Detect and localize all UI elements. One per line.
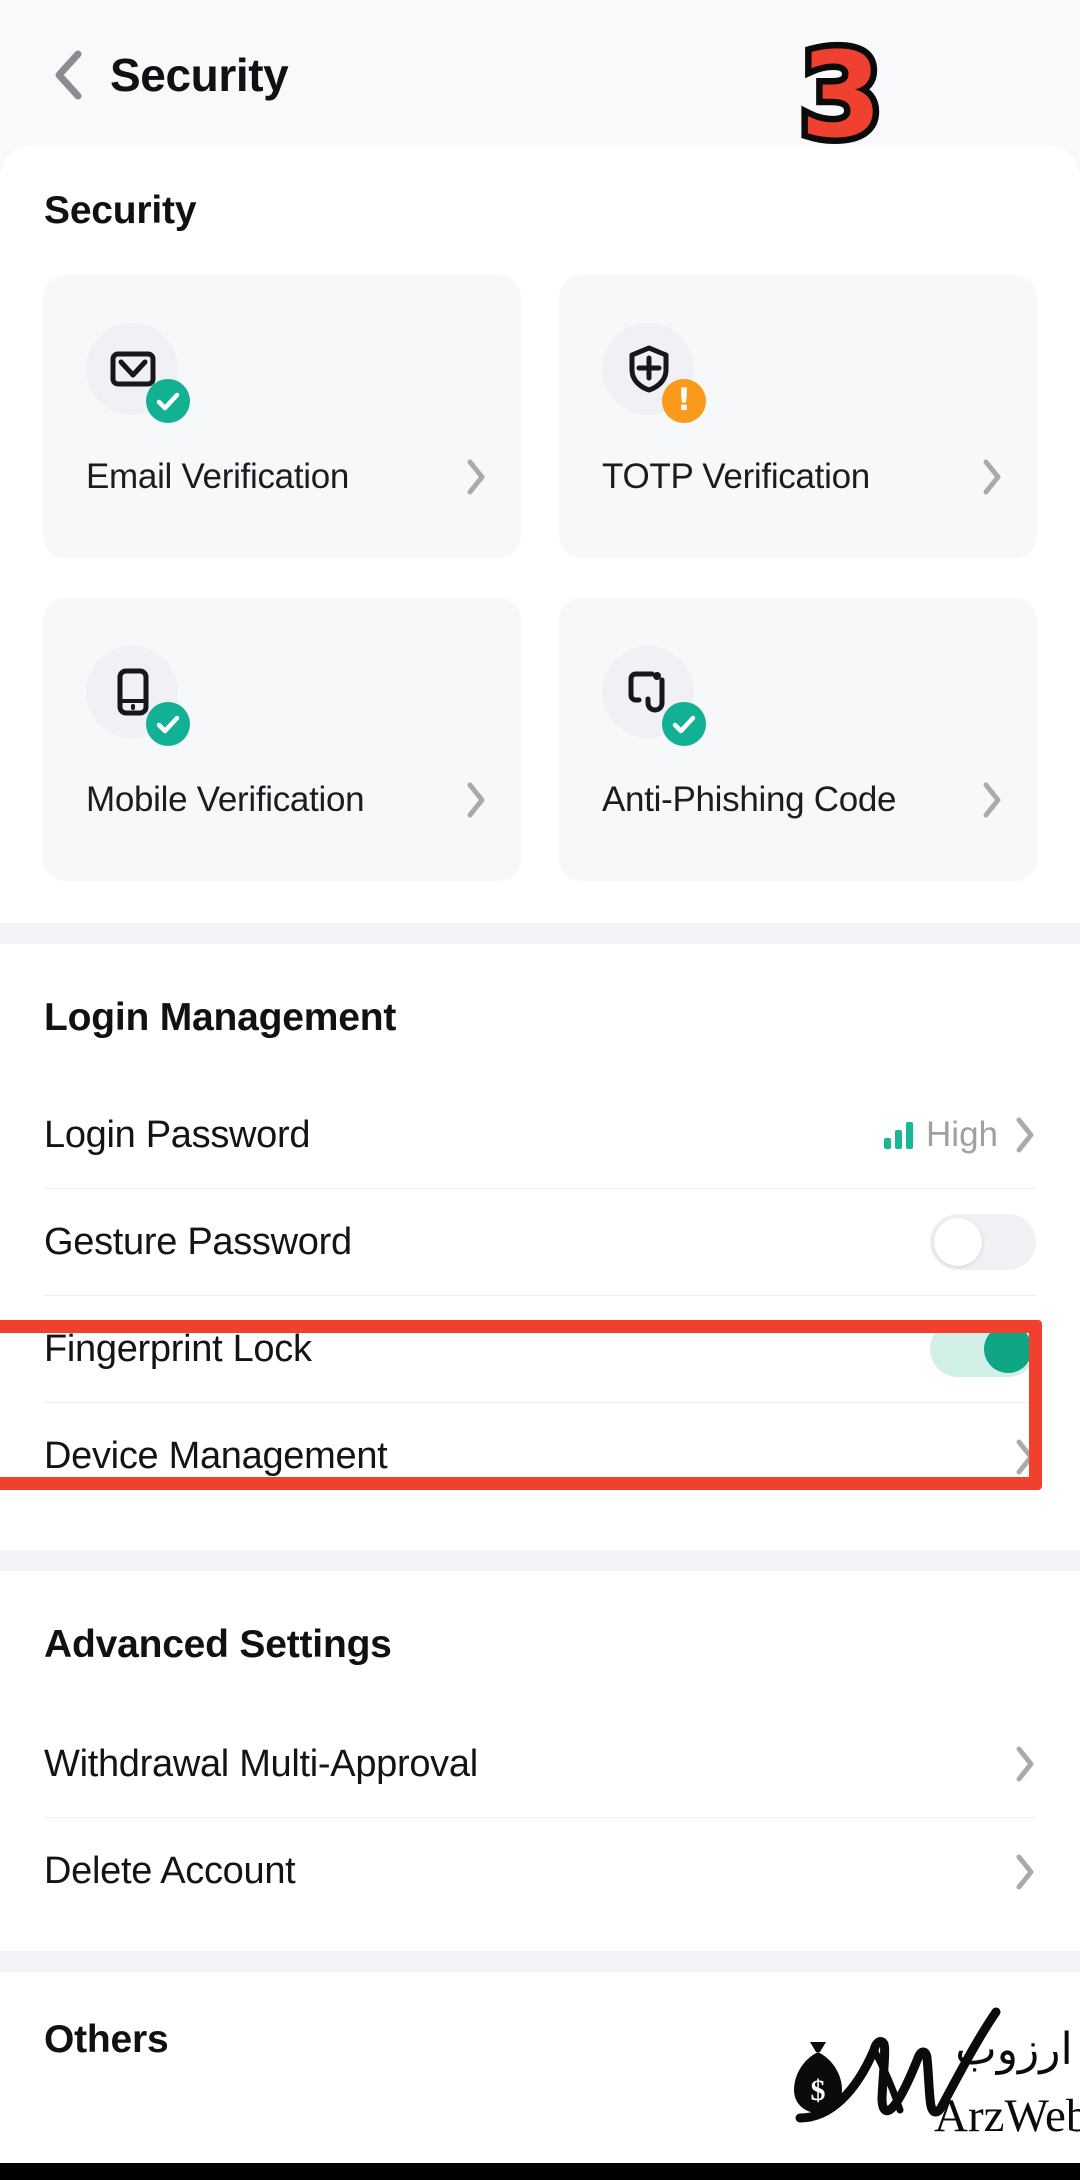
section-divider-band bbox=[0, 1550, 1080, 1571]
card-footer: Mobile Verification bbox=[86, 780, 487, 820]
row-fingerprint-lock[interactable]: Fingerprint Lock bbox=[44, 1296, 1036, 1403]
card-footer: Anti-Phishing Code bbox=[602, 780, 1003, 820]
section-divider-band bbox=[0, 923, 1080, 944]
chevron-right-icon bbox=[1016, 1439, 1034, 1474]
password-strength-indicator: High bbox=[884, 1115, 998, 1155]
back-button[interactable] bbox=[40, 47, 96, 103]
login-management-list: Login Password High Gesture Password Fin… bbox=[0, 1082, 1080, 1510]
password-strength-value: High bbox=[926, 1115, 998, 1154]
check-badge-icon bbox=[146, 702, 190, 746]
card-label: TOTP Verification bbox=[602, 457, 870, 496]
card-footer: TOTP Verification bbox=[602, 457, 1003, 497]
toggle-knob bbox=[984, 1325, 1032, 1373]
row-label: Withdrawal Multi-Approval bbox=[44, 1742, 478, 1785]
card-mobile-verification[interactable]: Mobile Verification bbox=[43, 598, 521, 881]
fingerprint-lock-toggle[interactable] bbox=[930, 1321, 1036, 1377]
card-label: Mobile Verification bbox=[86, 780, 365, 819]
security-card-grid: Email Verification ! TOTP Verification M… bbox=[0, 275, 1080, 881]
login-management-section-title: Login Management bbox=[44, 996, 397, 1039]
card-label: Anti-Phishing Code bbox=[602, 780, 897, 819]
chevron-right-icon bbox=[1016, 1117, 1034, 1153]
card-icon-wrapper bbox=[86, 323, 190, 423]
chevron-right-icon bbox=[1016, 1746, 1034, 1782]
row-label: Delete Account bbox=[44, 1850, 296, 1892]
signal-bars-icon bbox=[884, 1121, 914, 1149]
others-section-title: Others bbox=[44, 2018, 169, 2061]
chevron-right-icon bbox=[467, 459, 485, 495]
security-section-title: Security bbox=[44, 189, 197, 232]
exclamation-glyph: ! bbox=[676, 382, 692, 418]
content-panel: Security Email Verification ! TOTP Verif… bbox=[0, 145, 1080, 2180]
security-settings-screen: Security Security Email Verification ! T… bbox=[0, 0, 1080, 2180]
navigation-bar: Security bbox=[0, 0, 1080, 150]
bottom-system-bar bbox=[0, 2163, 1080, 2180]
card-icon-wrapper bbox=[602, 646, 706, 746]
card-footer: Email Verification bbox=[86, 457, 487, 497]
toggle-knob bbox=[934, 1218, 982, 1266]
row-label: Login Password bbox=[44, 1113, 311, 1156]
advanced-settings-list: Withdrawal Multi-Approval Delete Account bbox=[0, 1711, 1080, 1925]
advanced-settings-section-title: Advanced Settings bbox=[44, 1623, 392, 1666]
page-title: Security bbox=[110, 49, 289, 101]
card-email-verification[interactable]: Email Verification bbox=[43, 275, 521, 558]
chevron-right-icon bbox=[983, 782, 1001, 818]
gesture-password-toggle[interactable] bbox=[930, 1214, 1036, 1270]
row-label: Fingerprint Lock bbox=[44, 1327, 312, 1370]
chevron-right-icon bbox=[1016, 1854, 1034, 1889]
card-icon-wrapper: ! bbox=[602, 323, 706, 423]
row-withdrawal-multi-approval[interactable]: Withdrawal Multi-Approval bbox=[44, 1711, 1036, 1818]
row-delete-account[interactable]: Delete Account bbox=[44, 1818, 1036, 1925]
row-device-management[interactable]: Device Management bbox=[44, 1403, 1036, 1510]
check-badge-icon bbox=[662, 702, 706, 746]
card-totp-verification[interactable]: ! TOTP Verification bbox=[559, 275, 1037, 558]
warning-badge-icon: ! bbox=[662, 379, 706, 423]
card-label: Email Verification bbox=[86, 457, 350, 496]
card-icon-wrapper bbox=[86, 646, 190, 746]
row-value-group: High bbox=[884, 1115, 1036, 1155]
chevron-left-icon bbox=[55, 50, 82, 100]
row-gesture-password[interactable]: Gesture Password bbox=[44, 1189, 1036, 1296]
row-label: Gesture Password bbox=[44, 1220, 352, 1263]
section-divider-band bbox=[0, 1951, 1080, 1972]
card-anti-phishing-code[interactable]: Anti-Phishing Code bbox=[559, 598, 1037, 881]
chevron-right-icon bbox=[467, 782, 485, 818]
row-label: Device Management bbox=[44, 1435, 388, 1477]
chevron-right-icon bbox=[983, 459, 1001, 495]
row-login-password[interactable]: Login Password High bbox=[44, 1082, 1036, 1189]
check-badge-icon bbox=[146, 379, 190, 423]
step-number-annotation: 3 bbox=[793, 26, 888, 164]
